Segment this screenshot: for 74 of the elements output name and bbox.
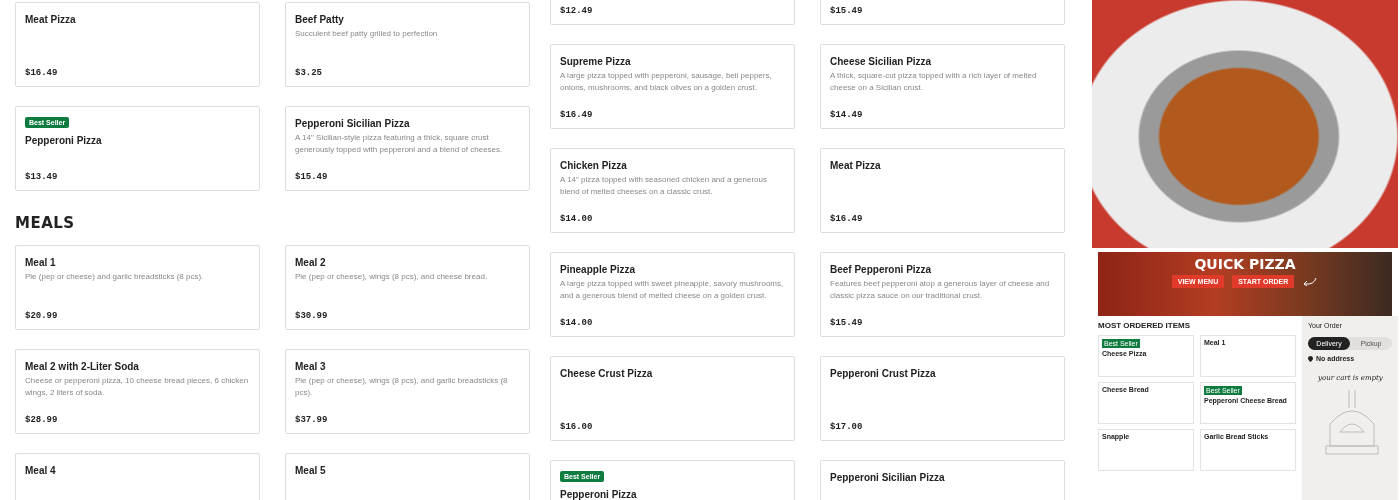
- item-name: Supreme Pizza: [560, 55, 631, 68]
- item-name: Meal 2: [295, 256, 326, 269]
- item-name: Pepperoni Crust Pizza: [830, 367, 936, 380]
- item-description: A thick, square-cut pizza topped with a rich layer of melted cheese on a Sicilian crust.: [830, 70, 1038, 94]
- item-name: Chicken Pizza: [560, 159, 627, 172]
- menu-item-card[interactable]: Meat Pizza $16.49: [820, 148, 1065, 233]
- item-price: $3.25: [295, 67, 322, 78]
- menu-item-card[interactable]: Meal 1 Pie (pep or cheese) and garlic breadsticks (8 pcs). $20.99: [15, 245, 260, 330]
- menu-item-card[interactable]: Meat Pizza $16.49: [15, 2, 260, 87]
- item-name: Cheese Crust Pizza: [560, 367, 653, 380]
- item-price: $15.49: [830, 5, 863, 16]
- item-description: Cheese or pepperoni pizza, 10 cheese bread pieces, 6 chicken wings, 2 liters of soda.: [25, 375, 250, 399]
- item-price: $17.00: [830, 421, 863, 432]
- menu-item-card[interactable]: $12.49: [550, 0, 795, 25]
- location-pin-icon: [1308, 355, 1313, 362]
- item-description: Pie (pep or cheese) and garlic breadsticks (8 pcs).: [25, 271, 204, 283]
- menu-item-card[interactable]: Cheese Sicilian Pizza A thick, square-cut pizza topped with a rich layer of melted cheese on a Sicilian crust. $14.49: [820, 44, 1065, 129]
- menu-item-card[interactable]: Cheese Crust Pizza $16.00: [550, 356, 795, 441]
- menu-item-card[interactable]: Meal 2 with 2-Liter Soda Cheese or pepperoni pizza, 10 cheese bread pieces, 6 chicken wings, 2 liters of soda. $28.99: [15, 349, 260, 434]
- item-name: Meat Pizza: [830, 159, 881, 172]
- item-price: $14.49: [830, 109, 863, 120]
- item-price: $37.99: [295, 414, 328, 425]
- item-name: Pepperoni Pizza: [25, 134, 102, 147]
- menu-item-card[interactable]: Beef Patty Succulent beef patty grilled to perfection $3.25: [285, 2, 530, 87]
- section-heading: MOST ORDERED ITEMS: [1098, 321, 1191, 330]
- menu-item-card[interactable]: Beef Pepperoni Pizza Features beef pepperoni atop a generous layer of cheese and classic pizza sauce on our traditional crust. $15.49: [820, 252, 1065, 337]
- item-price: $16.49: [830, 213, 863, 224]
- item-price: $20.99: [25, 310, 58, 321]
- item-description: A large pizza topped with pepperoni, sausage, bell peppers, onions, mushrooms, and black olives on a golden crust.: [560, 70, 773, 94]
- item-name: Meal 2 with 2-Liter Soda: [25, 360, 139, 373]
- menu-item-card[interactable]: Supreme Pizza A large pizza topped with pepperoni, sausage, bell peppers, onions, mushrooms, and black olives on a golden crust. $16.49: [550, 44, 795, 129]
- item-name: Meal 4: [25, 464, 56, 477]
- item-price: $13.49: [25, 171, 58, 182]
- item-description: Pie (pep or cheese), wings (8 pcs), and garlic breadsticks (8 pcs).: [295, 375, 509, 399]
- item-price: $30.99: [295, 310, 328, 321]
- item-name: Pineapple Pizza: [560, 263, 636, 276]
- menu-item-card[interactable]: Meal 4: [15, 453, 260, 500]
- item-price: $12.49: [560, 5, 593, 16]
- item-description: Succulent beef patty grilled to perfection: [295, 28, 438, 40]
- item-description: Pie (pep or cheese), wings (8 pcs), and cheese bread.: [295, 271, 488, 283]
- item-name: Meal 5: [295, 464, 326, 477]
- item-price: $28.99: [25, 414, 58, 425]
- item-price: $16.00: [560, 421, 593, 432]
- menu-item-card[interactable]: Meal 3 Pie (pep or cheese), wings (8 pcs), and garlic breadsticks (8 pcs). $37.99: [285, 349, 530, 434]
- item-price: $14.00: [560, 213, 593, 224]
- item-price: $15.49: [830, 317, 863, 328]
- item-name: Cheese Sicilian Pizza: [830, 55, 932, 68]
- curved-arrow-icon: [1302, 276, 1319, 287]
- item-name: Beef Pepperoni Pizza: [830, 263, 932, 276]
- menu-item-card[interactable]: Pepperoni Crust Pizza $17.00: [820, 356, 1065, 441]
- item-price: $16.49: [25, 67, 58, 78]
- item-name: Meal 3: [295, 360, 326, 373]
- item-name: Pepperoni Sicilian Pizza: [295, 117, 410, 130]
- section-heading: MEALS: [15, 215, 76, 231]
- menu-item-card[interactable]: Pepperoni Sicilian Pizza A 14" Sicilian-style pizza featuring a thick, square crust generously topped with pepperoni and a blend of cheeses. $15.49: [285, 106, 530, 191]
- item-name: Pepperoni Pizza: [560, 488, 637, 500]
- item-description: A 14" Sicilian-style pizza featuring a thick, square crust generously topped with pepperoni and a blend of cheeses.: [295, 132, 504, 156]
- menu-item-card[interactable]: Meal 5: [285, 453, 530, 500]
- item-price: $16.49: [560, 109, 593, 120]
- item-description: A large pizza topped with sweet pineapple, savory mushrooms, and a generous blend of melted cheese on a golden crust.: [560, 278, 785, 302]
- item-name: Meal 1: [25, 256, 56, 269]
- menu-item-card[interactable]: Pineapple Pizza A large pizza topped with sweet pineapple, savory mushrooms, and a generous blend of melted cheese on a golden crust. $14.00: [550, 252, 795, 337]
- menu-item-card[interactable]: $15.49: [820, 0, 1065, 25]
- item-name: Pepperoni Sicilian Pizza: [830, 471, 945, 484]
- menu-item-card[interactable]: Pepperoni Sicilian Pizza: [820, 460, 1065, 500]
- item-price: $14.00: [560, 317, 593, 328]
- item-name: Meat Pizza: [25, 13, 76, 26]
- menu-item-card[interactable]: Chicken Pizza A 14" pizza topped with seasoned chicken and a generous blend of melted cheeses on a classic crust. $14.00: [550, 148, 795, 233]
- item-description: Features beef pepperoni atop a generous layer of cheese and classic pizza sauce on our traditional crust.: [830, 278, 1051, 302]
- hero-title: QUICK PIZZA: [1194, 256, 1296, 272]
- item-price: $15.49: [295, 171, 328, 182]
- menu-item-card[interactable]: Meal 2 Pie (pep or cheese), wings (8 pcs), and cheese bread. $30.99: [285, 245, 530, 330]
- item-name: Beef Patty: [295, 13, 344, 26]
- item-description: A 14" pizza topped with seasoned chicken and a generous blend of melted cheeses on a classic crust.: [560, 174, 768, 198]
